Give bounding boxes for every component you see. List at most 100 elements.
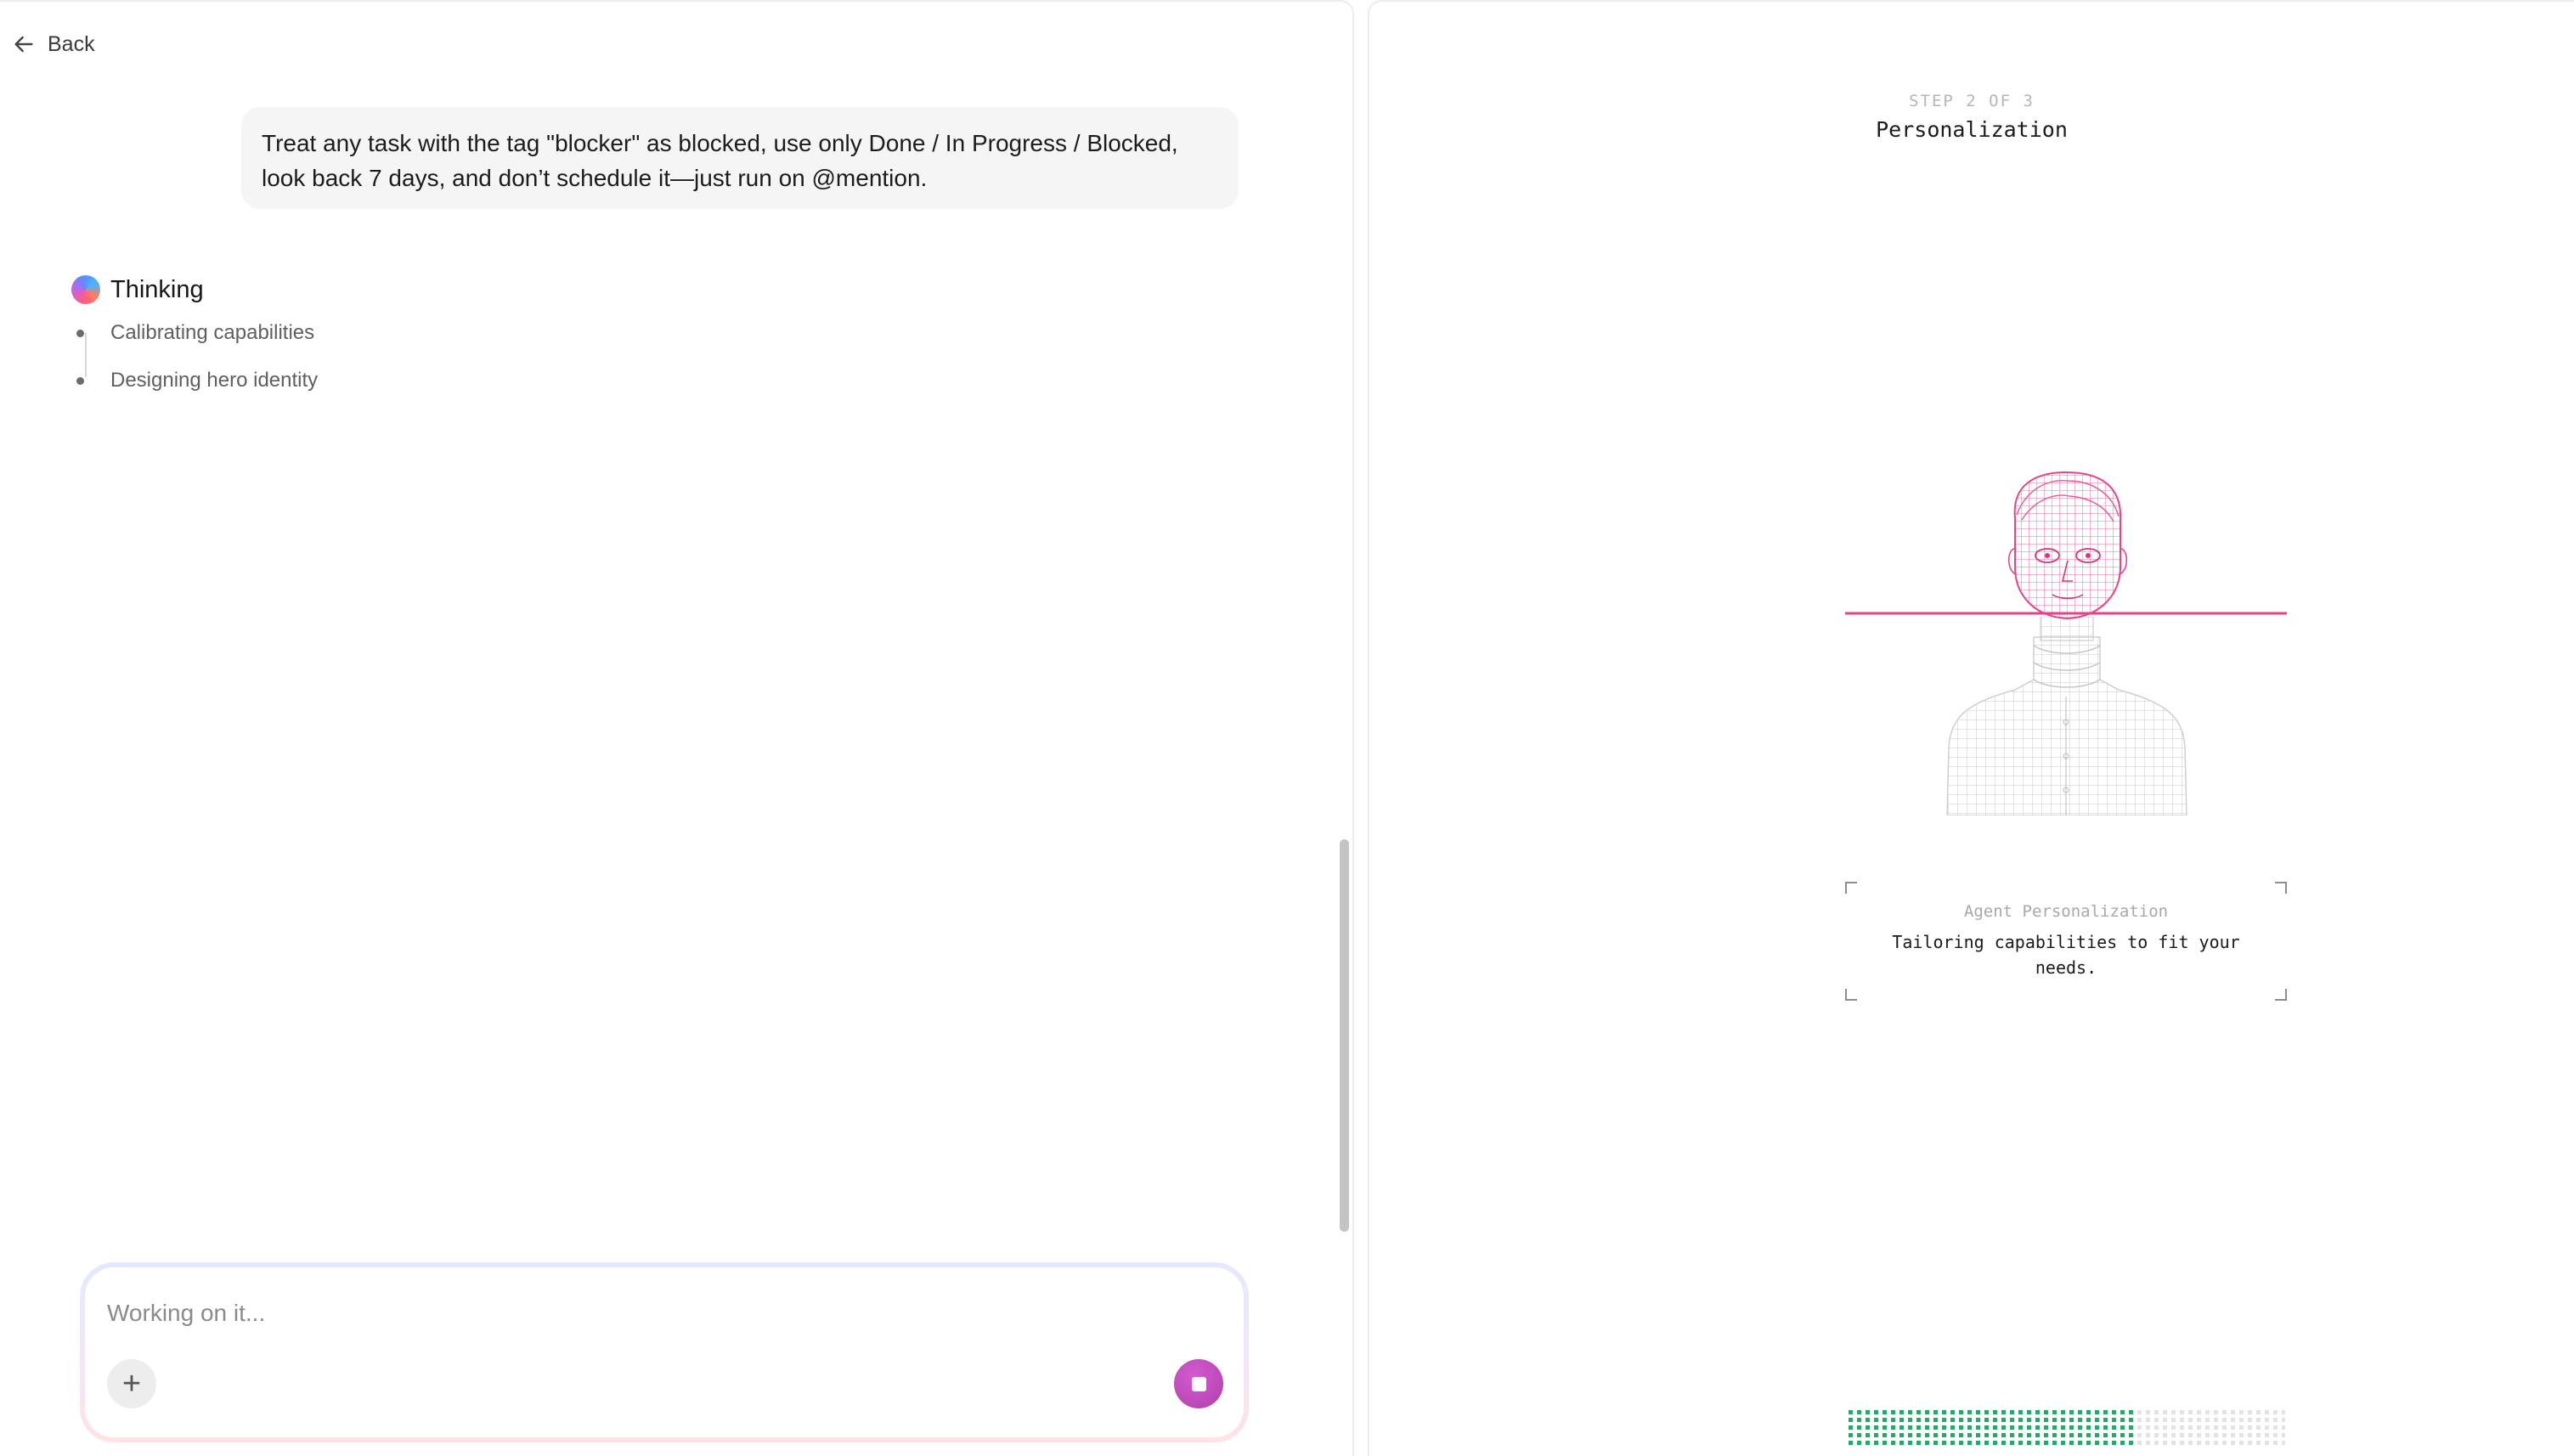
plus-icon: + [121, 1366, 142, 1402]
torso-wireframe [1946, 636, 2187, 815]
progress-dot [2222, 1418, 2227, 1422]
thinking-steps: Calibrating capabilities Designing hero … [71, 316, 318, 411]
thinking-header: Thinking [71, 275, 318, 304]
progress-dot [1950, 1425, 1955, 1430]
progress-dot [1899, 1441, 1904, 1445]
progress-dot [2069, 1410, 2074, 1414]
progress-dot [2256, 1433, 2261, 1437]
progress-dot [2052, 1425, 2057, 1430]
progress-dot [1984, 1425, 1989, 1430]
progress-dot [2078, 1418, 2082, 1422]
progress-dot [2231, 1418, 2235, 1422]
progress-dot [2078, 1433, 2082, 1437]
progress-dot [2010, 1418, 2014, 1422]
progress-dot [2103, 1441, 2108, 1445]
card-heading: Agent Personalization [1963, 902, 2169, 921]
progress-dot [2061, 1433, 2065, 1437]
progress-dot [2205, 1425, 2210, 1430]
bullet-dot-icon [76, 377, 84, 385]
progress-dot [1967, 1410, 1972, 1414]
progress-dot [1950, 1433, 1955, 1437]
back-label: Back [48, 31, 95, 56]
progress-dot [2061, 1410, 2065, 1414]
stop-button[interactable] [1174, 1359, 1223, 1408]
progress-dot [1933, 1425, 1938, 1430]
progress-dot [1899, 1433, 1904, 1437]
progress-dot [1899, 1425, 1904, 1430]
progress-dot [2180, 1425, 2184, 1430]
add-button[interactable]: + [107, 1359, 156, 1408]
progress-dot [2010, 1433, 2014, 1437]
progress-dot [2129, 1410, 2133, 1414]
progress-dot [1866, 1433, 1870, 1437]
thinking-step: Designing hero identity [76, 364, 319, 411]
progress-dot [1942, 1410, 1946, 1414]
progress-dot [2120, 1441, 2125, 1445]
progress-dot [2197, 1410, 2201, 1414]
progress-dot [2129, 1441, 2133, 1445]
scrollbar-thumb[interactable] [1340, 839, 1349, 1232]
progress-dot [1849, 1441, 1853, 1445]
wireframe-bust-illustration [1845, 471, 2287, 815]
progress-dot [1942, 1441, 1946, 1445]
progress-dot [1866, 1441, 1870, 1445]
progress-dot [2112, 1410, 2116, 1414]
progress-dot [1933, 1418, 1938, 1422]
thinking-step-label: Designing hero identity [110, 369, 319, 392]
progress-dot [1874, 1433, 1878, 1437]
progress-dot [2197, 1425, 2201, 1430]
progress-dot [2248, 1433, 2252, 1437]
card-corner [2275, 989, 2287, 1001]
message-input[interactable]: Working on it... [107, 1300, 265, 1327]
progress-dot [1933, 1441, 1938, 1445]
progress-dot [2188, 1410, 2193, 1414]
progress-dot [2146, 1441, 2150, 1445]
progress-dot [2214, 1410, 2218, 1414]
progress-dot [2052, 1418, 2057, 1422]
progress-dot [1976, 1410, 1980, 1414]
progress-dot [1916, 1418, 1921, 1422]
progress-dot [2282, 1425, 2285, 1430]
progress-dot [1874, 1418, 1878, 1422]
chat-panel: Back Treat any task with the tag "blocke… [0, 0, 1354, 1456]
card-corner [1845, 989, 1857, 1001]
progress-dot [2239, 1418, 2244, 1422]
back-button[interactable]: Back [10, 31, 95, 58]
progress-dot [2205, 1418, 2210, 1422]
progress-dot [2035, 1418, 2040, 1422]
progress-dot [2239, 1433, 2244, 1437]
thinking-orb-icon [71, 275, 100, 304]
progress-dot [2146, 1433, 2150, 1437]
progress-dot [2248, 1410, 2252, 1414]
progress-dot [1993, 1410, 1997, 1414]
progress-dot [2069, 1418, 2074, 1422]
progress-dot [2146, 1425, 2150, 1430]
progress-dot [2078, 1410, 2082, 1414]
progress-dot [2112, 1418, 2116, 1422]
progress-dot [2273, 1418, 2278, 1422]
progress-dot [1959, 1433, 1963, 1437]
progress-dot [1883, 1441, 1887, 1445]
progress-dot [2265, 1425, 2269, 1430]
progress-dot [1933, 1433, 1938, 1437]
progress-dot [2180, 1433, 2184, 1437]
progress-dot [1866, 1425, 1870, 1430]
progress-dot [2061, 1441, 2065, 1445]
thinking-step-label: Calibrating capabilities [110, 321, 315, 344]
progress-dot [1959, 1425, 1963, 1430]
progress-dot [2188, 1425, 2193, 1430]
progress-dot [2188, 1418, 2193, 1422]
progress-dot [1908, 1433, 1912, 1437]
progress-dot [1984, 1418, 1989, 1422]
progress-dot [2256, 1425, 2261, 1430]
progress-dot [2120, 1410, 2125, 1414]
progress-dot [2205, 1433, 2210, 1437]
progress-dot [1857, 1410, 1861, 1414]
steps-rail [85, 333, 87, 377]
progress-dot [2137, 1418, 2142, 1422]
progress-dot [2044, 1410, 2048, 1414]
thinking-label: Thinking [110, 275, 204, 303]
progress-dot [2214, 1433, 2218, 1437]
progress-dot [2163, 1441, 2167, 1445]
progress-dot [1916, 1433, 1921, 1437]
